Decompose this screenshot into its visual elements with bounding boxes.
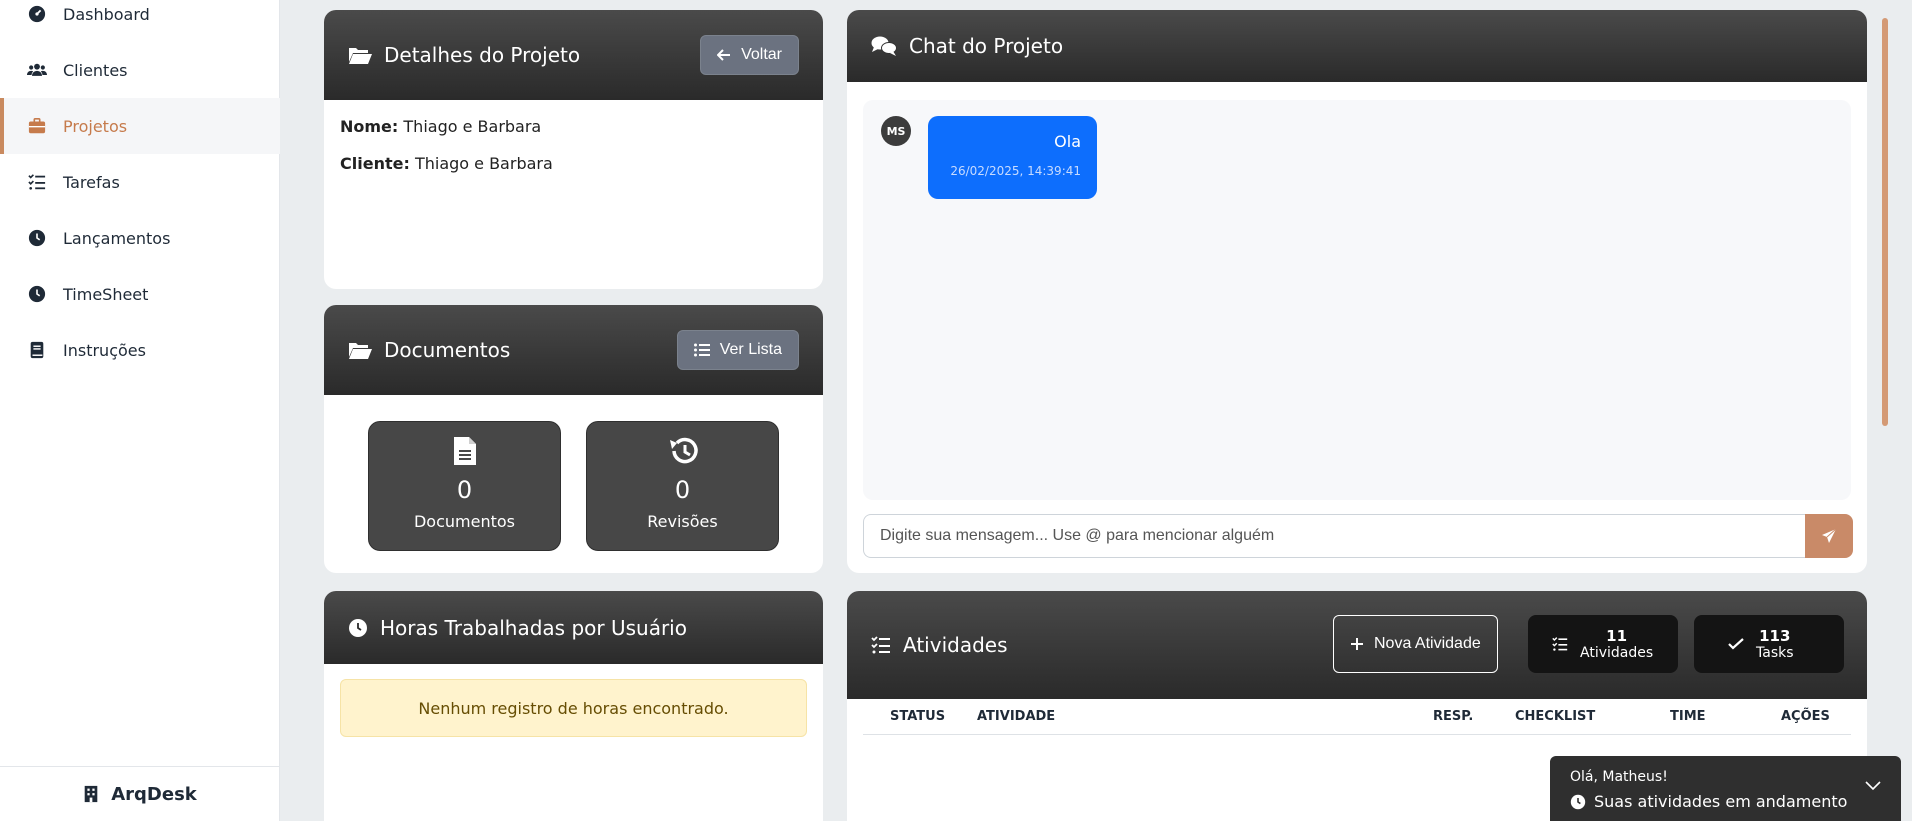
project-client-row: Cliente: Thiago e Barbara [340,154,823,173]
sidebar-item-lancamentos[interactable]: Lançamentos [0,210,280,266]
paper-plane-icon [1821,528,1837,544]
chat-header: Chat do Projeto [847,10,1867,82]
hours-header: Horas Trabalhadas por Usuário [324,591,823,664]
folder-open-icon [348,340,372,360]
sidebar-item-label: Instruções [63,340,146,360]
list-check-icon [871,635,891,655]
book-icon [27,340,47,360]
sidebar-item-instrucoes[interactable]: Instruções [0,322,280,378]
send-message-button[interactable] [1805,514,1853,558]
history-icon [667,436,699,466]
tasks-count-button[interactable]: 113 Tasks [1694,615,1844,673]
hours-empty-alert: Nenhum registro de horas encontrado. [340,679,807,737]
tasks-count: 113 [1759,627,1791,645]
column-header-actions[interactable]: AÇÕES [1781,709,1830,724]
hours-card: Horas Trabalhadas por Usuário Nenhum reg… [324,591,823,821]
activities-in-progress-toast[interactable]: Olá, Matheus! Suas atividades em andamen… [1550,756,1901,821]
arrow-left-icon [717,49,731,61]
column-header-checklist[interactable]: CHECKLIST [1515,709,1595,724]
project-details-header: Detalhes do Projeto Voltar [324,10,823,100]
toast-message: Suas atividades em andamento [1594,792,1848,811]
chat-message-input[interactable] [863,514,1805,558]
sidebar: Dashboard Clientes Projetos Tarefas Lanç… [0,0,280,821]
view-list-button[interactable]: Ver Lista [676,330,799,370]
project-name-label: Nome: [340,117,399,136]
back-button[interactable]: Voltar [700,35,799,75]
check-icon [1728,638,1744,650]
documents-header: Documentos Ver Lista [324,305,823,395]
sidebar-item-label: Lançamentos [63,228,171,248]
back-button-label: Voltar [741,46,782,63]
plus-icon [1350,637,1364,651]
sidebar-item-timesheet[interactable]: TimeSheet [0,266,280,322]
documents-card: Documentos Ver Lista 0 Documentos 0 Revi… [324,305,823,573]
project-details-card: Detalhes do Projeto Voltar Nome: Thiago … [324,10,823,289]
project-name-value: Thiago e Barbara [403,117,542,136]
tasks-count-label: Tasks [1756,645,1794,661]
file-icon [453,436,477,466]
column-header-status[interactable]: STATUS [890,709,945,724]
column-header-time[interactable]: TIME [1670,709,1706,724]
activities-count-button[interactable]: 11 Atividades [1528,615,1678,673]
documents-count: 0 [456,476,473,504]
sidebar-item-tarefas[interactable]: Tarefas [0,154,280,210]
toast-message-row: Suas atividades em andamento [1570,792,1847,811]
clock-icon [1570,794,1586,810]
sidebar-item-label: Projetos [63,116,128,136]
chat-message-bubble: Ola 26/02/2025, 14:39:41 [928,116,1097,199]
activities-count: 11 [1606,627,1628,645]
sidebar-item-projetos[interactable]: Projetos [0,98,280,154]
table-header-divider [863,734,1851,735]
activities-title: Atividades [903,633,1008,657]
sidebar-item-label: Dashboard [63,4,150,24]
clock-icon [27,284,47,304]
chat-title: Chat do Projeto [909,34,1064,58]
column-header-activity[interactable]: ATIVIDADE [977,709,1055,724]
toast-greeting: Olá, Matheus! [1570,769,1668,785]
sidebar-item-dashboard[interactable]: Dashboard [0,0,280,42]
comments-icon [871,35,897,57]
documents-title: Documentos [384,338,511,362]
chat-message-text: Ola [1054,132,1081,151]
briefcase-icon [27,116,47,136]
project-details-title: Detalhes do Projeto [384,43,581,67]
list-check-icon [27,172,47,192]
project-client-label: Cliente: [340,154,410,173]
chevron-down-icon[interactable] [1865,781,1881,791]
column-header-responsible[interactable]: RESP. [1433,709,1473,724]
documents-count-tile[interactable]: 0 Documentos [368,421,561,551]
documents-count-label: Documentos [413,512,515,531]
project-name-row: Nome: Thiago e Barbara [340,117,823,136]
sidebar-item-label: TimeSheet [63,284,149,304]
sidebar-footer[interactable]: ArqDesk [0,766,280,821]
revisions-count-label: Revisões [647,512,718,531]
project-client-value: Thiago e Barbara [414,154,553,173]
new-activity-label: Nova Atividade [1374,635,1481,652]
users-icon [27,60,47,80]
revisions-count-tile[interactable]: 0 Revisões [586,421,779,551]
sidebar-item-clientes[interactable]: Clientes [0,42,280,98]
revisions-count: 0 [674,476,691,504]
sidebar-item-label: Clientes [63,60,128,80]
list-check-icon [1552,636,1568,652]
chat-card: Chat do Projeto MS Ola 26/02/2025, 14:39… [847,10,1867,573]
activities-count-label: Atividades [1580,645,1654,661]
clock-icon [27,228,47,248]
gauge-icon [27,4,47,24]
avatar: MS [881,116,911,146]
page-scrollbar-thumb[interactable] [1882,18,1888,426]
clock-icon [348,618,368,638]
building-icon [83,785,99,803]
list-icon [693,343,710,357]
chat-messages-area[interactable]: MS Ola 26/02/2025, 14:39:41 [863,100,1851,500]
chat-message-time: 26/02/2025, 14:39:41 [950,164,1081,178]
brand-name: ArqDesk [111,783,197,805]
activities-header: Atividades Nova Atividade 11 Atividades … [847,591,1867,699]
view-list-label: Ver Lista [719,341,782,358]
hours-title: Horas Trabalhadas por Usuário [380,615,687,640]
folder-open-icon [348,45,372,65]
sidebar-item-label: Tarefas [63,172,120,192]
new-activity-button[interactable]: Nova Atividade [1333,615,1498,673]
